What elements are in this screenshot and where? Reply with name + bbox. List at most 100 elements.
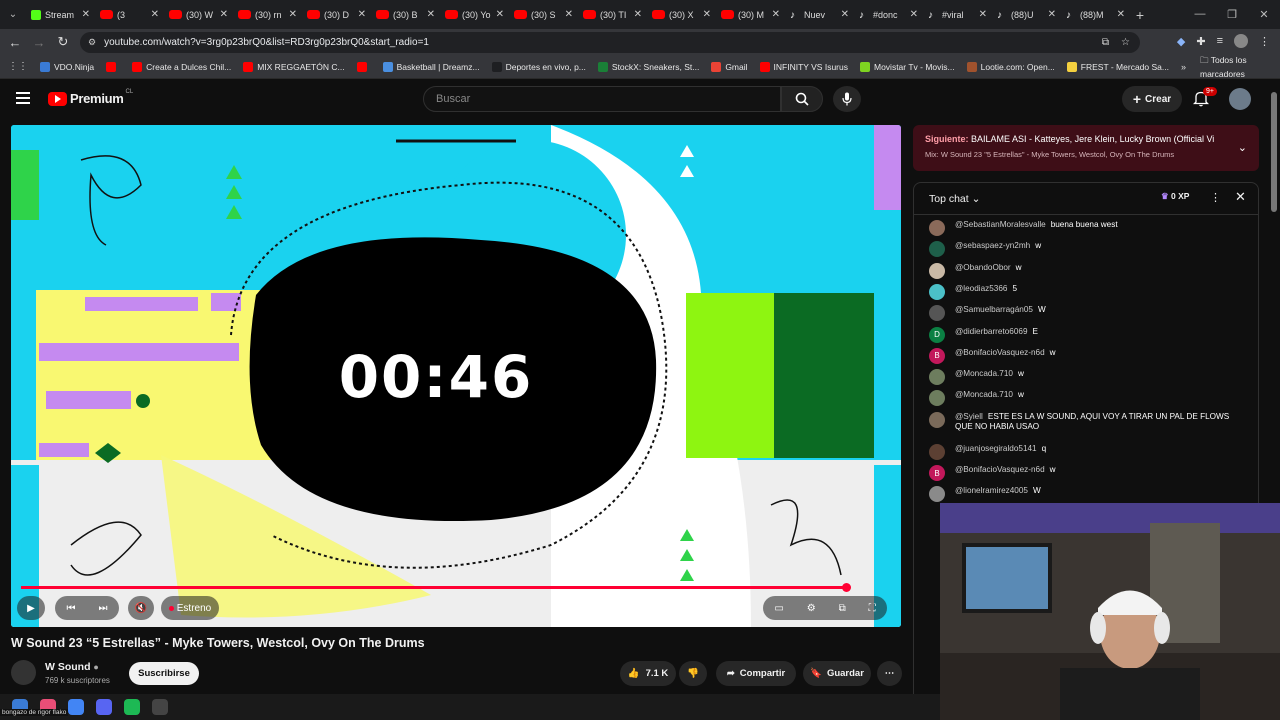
bookmark-item[interactable]: Create a Dulces Chil... <box>132 61 231 72</box>
bookmark-item[interactable]: Gmail <box>711 61 748 72</box>
profile-avatar[interactable] <box>1234 34 1248 48</box>
tab-close-icon[interactable]: ✕ <box>358 9 366 20</box>
browser-tab[interactable]: (30) Yo ✕ <box>440 3 509 27</box>
chat-avatar[interactable] <box>929 390 945 407</box>
chat-avatar[interactable]: D <box>929 326 945 343</box>
bookmark-item[interactable]: StockX: Sneakers, St... <box>597 61 699 72</box>
tab-close-icon[interactable]: ✕ <box>496 9 504 20</box>
new-tab-button[interactable]: + <box>1130 7 1150 23</box>
bookmark-item[interactable]: Basketball | Dreamz... <box>382 61 480 72</box>
browser-tab[interactable]: ♪ (88)U ✕ <box>992 3 1061 27</box>
chat-avatar[interactable] <box>929 411 945 428</box>
previous-icon[interactable]: ⏮ <box>67 603 76 614</box>
notifications-button[interactable]: 9+ <box>1192 87 1217 108</box>
close-icon[interactable]: ✕ <box>1235 189 1246 205</box>
chat-message[interactable]: @Moncada.710 w <box>929 390 1247 407</box>
mute-button[interactable]: 🔇 <box>128 596 154 620</box>
bookmark-item[interactable]: MIX REGGAETÓN C... <box>243 61 345 72</box>
chrome-icon[interactable] <box>68 699 84 715</box>
browser-menu-icon[interactable]: ⋮ <box>1259 35 1270 48</box>
browser-tab[interactable]: (30) M ✕ <box>716 3 785 27</box>
chat-message[interactable]: @Syiell ESTE ES LA W SOUND, AQUI VOY A TI… <box>929 411 1247 432</box>
next-icon[interactable]: ⏭ <box>99 603 108 614</box>
tab-close-icon[interactable]: ✕ <box>151 9 159 20</box>
back-button[interactable]: ← <box>3 35 27 50</box>
all-bookmarks-folder[interactable]: 🗀 Todos los marcadores <box>1200 55 1270 79</box>
browser-tab[interactable]: Stream ✕ <box>26 3 95 27</box>
bookmark-item[interactable]: Lootie.com: Open... <box>966 61 1055 72</box>
tab-close-icon[interactable]: ✕ <box>289 9 297 20</box>
chat-message[interactable]: @sebaspaez-yn2mh w <box>929 241 1247 258</box>
tab-close-icon[interactable]: ✕ <box>220 9 228 20</box>
tab-close-icon[interactable]: ✕ <box>1117 9 1125 20</box>
browser-tab[interactable]: ♪ Nuev ✕ <box>785 3 854 27</box>
chat-avatar[interactable] <box>929 241 945 258</box>
channel-name[interactable]: W Sound ● <box>45 661 99 673</box>
bookmark-item[interactable]: Deportes en vivo, p... <box>491 61 586 72</box>
chat-author[interactable]: @Syiell <box>955 412 983 421</box>
bookmark-item[interactable]: VDO.Ninja <box>40 61 94 72</box>
chat-avatar[interactable] <box>929 305 945 322</box>
browser-tab[interactable]: (30) S ✕ <box>509 3 578 27</box>
browser-tab[interactable]: (30) rn ✕ <box>233 3 302 27</box>
tab-close-icon[interactable]: ✕ <box>979 9 987 20</box>
chat-avatar[interactable] <box>929 283 945 300</box>
video-player[interactable]: 00:46 <box>11 125 901 627</box>
subscribe-button[interactable]: Suscribirse <box>129 662 199 685</box>
browser-tab[interactable]: (3 ✕ <box>95 3 164 27</box>
chat-avatar[interactable]: B <box>929 465 945 481</box>
tab-close-icon[interactable]: ✕ <box>634 9 642 20</box>
tab-close-icon[interactable]: ✕ <box>565 9 573 20</box>
spotify-icon[interactable] <box>124 699 140 715</box>
browser-tab[interactable]: (30) TI ✕ <box>578 3 647 27</box>
chat-avatar[interactable]: B <box>929 347 945 364</box>
bookmark-item[interactable] <box>106 61 120 72</box>
youtube-premium-logo[interactable]: Premium CL <box>48 89 133 106</box>
like-button[interactable]: 👍 7.1 K <box>620 661 676 686</box>
bookmark-item[interactable]: INFINITY VS Isurus <box>759 61 848 72</box>
chat-author[interactable]: @Moncada.710 <box>955 390 1013 399</box>
search-input[interactable]: Buscar <box>423 86 781 112</box>
bookmark-item[interactable]: FREST - Mercado Sa... <box>1066 61 1169 72</box>
minimize-button[interactable]: — <box>1184 8 1216 21</box>
chat-message[interactable]: @leodiaz5366 5 <box>929 283 1247 300</box>
subtitles-icon[interactable]: ▭ <box>774 603 783 614</box>
chat-avatar[interactable] <box>929 262 945 279</box>
miniplayer-icon[interactable]: ⧉ <box>839 603 846 614</box>
forward-button[interactable]: → <box>27 35 51 50</box>
extension-icon[interactable]: ◆ <box>1177 35 1185 48</box>
chat-message[interactable]: D @didierbarreto6069 E <box>929 326 1247 343</box>
browser-tab[interactable]: (30) W ✕ <box>164 3 233 27</box>
extensions-puzzle-icon[interactable]: ✚ <box>1196 35 1205 48</box>
share-button[interactable]: ➦ Compartir <box>716 661 796 686</box>
browser-tab[interactable]: (30) D ✕ <box>302 3 371 27</box>
install-app-icon[interactable]: ⧉ <box>1102 37 1109 48</box>
chat-author[interactable]: @BonifacioVasquez-n6d <box>955 348 1045 357</box>
chat-avatar[interactable] <box>929 220 945 236</box>
browser-tab[interactable]: (30) B ✕ <box>371 3 440 27</box>
tab-close-icon[interactable]: ✕ <box>1048 9 1056 20</box>
fullscreen-icon[interactable]: ⛶ <box>869 603 876 614</box>
omnibox[interactable]: ⚙ youtube.com/watch?v=3rg0p23brQ0&list=R… <box>80 32 1140 53</box>
account-avatar[interactable] <box>1229 88 1251 110</box>
channel-avatar[interactable] <box>11 660 36 685</box>
browser-tab[interactable]: (30) X ✕ <box>647 3 716 27</box>
tab-close-icon[interactable]: ✕ <box>703 9 711 20</box>
browser-tab[interactable]: ♪ (88)M ✕ <box>1061 3 1130 27</box>
chat-message[interactable]: @juanjosegiraldo5141 q <box>929 443 1247 460</box>
chat-avatar[interactable] <box>929 369 945 386</box>
tab-close-icon[interactable]: ✕ <box>427 9 435 20</box>
xp-badge[interactable]: ♛ 0 XP <box>1161 191 1189 202</box>
chat-avatar[interactable] <box>929 443 945 460</box>
hamburger-menu-icon[interactable] <box>16 92 30 104</box>
voice-search-button[interactable] <box>833 86 861 112</box>
save-button[interactable]: 🔖 Guardar <box>803 661 871 686</box>
chat-author[interactable]: @Moncada.710 <box>955 369 1013 378</box>
bookmarks-more-button[interactable]: » <box>1181 62 1186 72</box>
chat-message[interactable]: B @BonifacioVasquez-n6d w <box>929 465 1247 481</box>
chat-message[interactable]: @Moncada.710 w <box>929 369 1247 386</box>
maximize-button[interactable]: ❐ <box>1216 8 1248 21</box>
chat-author[interactable]: @Samuelbarragán05 <box>955 305 1033 314</box>
reload-button[interactable]: ↻ <box>51 34 75 50</box>
chat-author[interactable]: @SebastianMoralesvalle <box>955 220 1046 229</box>
